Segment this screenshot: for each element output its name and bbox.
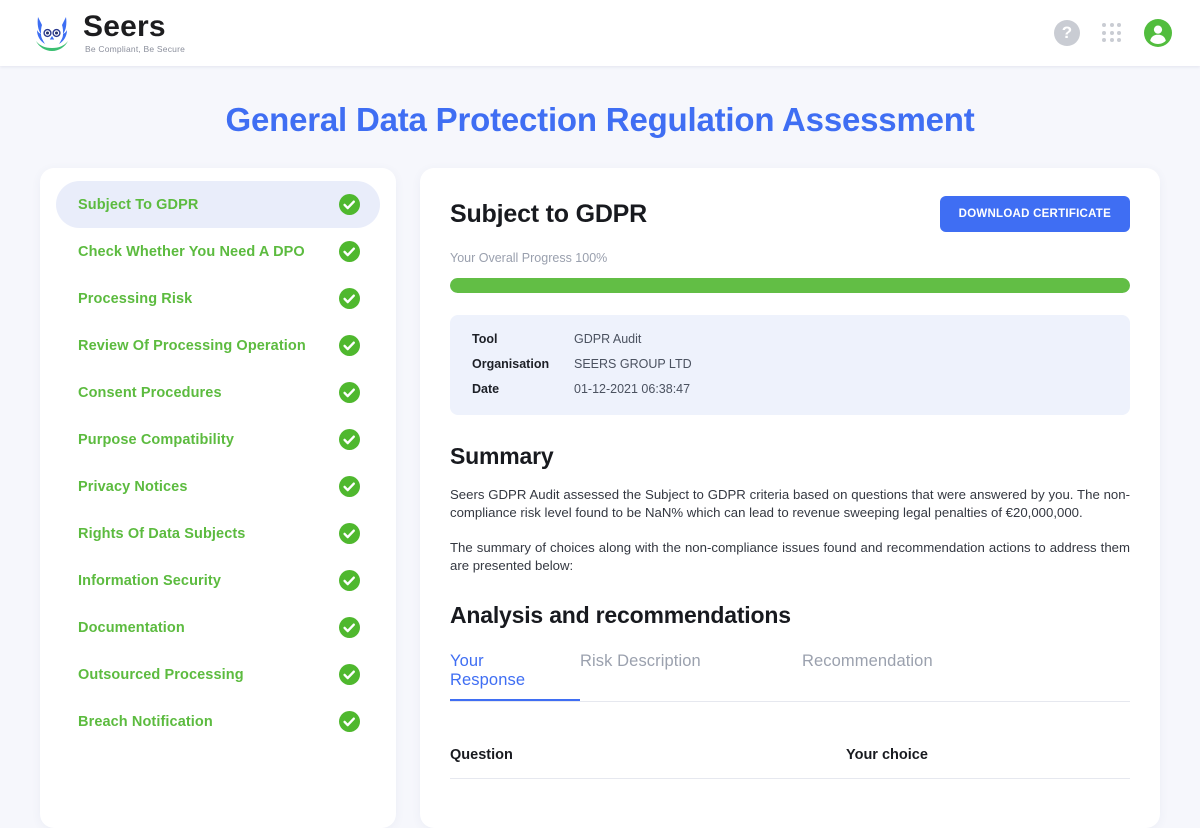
check-circle-icon — [339, 194, 360, 215]
assessment-sections-sidebar: Subject To GDPR Check Whether You Need A … — [40, 168, 396, 828]
brand-tagline: Be Compliant, Be Secure — [85, 45, 185, 54]
sidebar-item-label: Outsourced Processing — [78, 667, 244, 683]
sidebar-item-label: Rights Of Data Subjects — [78, 526, 245, 542]
brand-name: Seers — [83, 12, 185, 42]
top-navigation-bar: Seers Be Compliant, Be Secure ? — [0, 0, 1200, 66]
user-avatar-icon[interactable] — [1144, 19, 1172, 47]
check-circle-icon — [339, 476, 360, 497]
tab-your-response[interactable]: Your Response — [450, 652, 580, 701]
sidebar-item[interactable]: Privacy Notices — [56, 463, 380, 510]
check-circle-icon — [339, 241, 360, 262]
sidebar-item-label: Consent Procedures — [78, 385, 222, 401]
sidebar-item[interactable]: Processing Risk — [56, 275, 380, 322]
sidebar-item[interactable]: Review Of Processing Operation — [56, 322, 380, 369]
info-value-tool: GDPR Audit — [574, 332, 641, 346]
check-circle-icon — [339, 382, 360, 403]
sidebar-item[interactable]: Subject To GDPR — [56, 181, 380, 228]
sidebar-item[interactable]: Outsourced Processing — [56, 651, 380, 698]
sidebar-item-label: Check Whether You Need A DPO — [78, 244, 305, 260]
page-layout: Subject To GDPR Check Whether You Need A … — [40, 168, 1160, 828]
sidebar-item-label: Documentation — [78, 620, 185, 636]
sidebar-item-label: Breach Notification — [78, 714, 213, 730]
info-key-date: Date — [472, 382, 574, 396]
assessment-detail-panel: Subject to GDPR DOWNLOAD CERTIFICATE You… — [420, 168, 1160, 828]
panel-title: Subject to GDPR — [450, 196, 647, 229]
sidebar-item[interactable]: Check Whether You Need A DPO — [56, 228, 380, 275]
sidebar-item-label: Purpose Compatibility — [78, 432, 234, 448]
check-circle-icon — [339, 711, 360, 732]
sidebar-item-label: Subject To GDPR — [78, 197, 198, 213]
help-circle-icon[interactable]: ? — [1054, 20, 1080, 46]
sidebar-item-label: Processing Risk — [78, 291, 192, 307]
check-circle-icon — [339, 664, 360, 685]
check-circle-icon — [339, 429, 360, 450]
apps-grid-icon[interactable] — [1099, 20, 1125, 46]
info-key-tool: Tool — [472, 332, 574, 346]
check-circle-icon — [339, 523, 360, 544]
panel-header: Subject to GDPR DOWNLOAD CERTIFICATE — [450, 196, 1130, 232]
info-row-tool: Tool GDPR Audit — [472, 332, 1108, 346]
check-circle-icon — [339, 288, 360, 309]
info-value-date: 01-12-2021 06:38:47 — [574, 382, 690, 396]
sidebar-item-label: Review Of Processing Operation — [78, 338, 306, 354]
download-certificate-button[interactable]: DOWNLOAD CERTIFICATE — [940, 196, 1130, 232]
brand-logo[interactable]: Seers Be Compliant, Be Secure — [30, 11, 185, 55]
sidebar-item[interactable]: Breach Notification — [56, 698, 380, 745]
check-circle-icon — [339, 570, 360, 591]
info-value-organisation: SEERS GROUP LTD — [574, 357, 692, 371]
responses-table-header: Question Your choice — [450, 747, 1130, 779]
info-row-date: Date 01-12-2021 06:38:47 — [472, 382, 1108, 396]
summary-paragraph-1: Seers GDPR Audit assessed the Subject to… — [450, 486, 1130, 523]
info-row-organisation: Organisation SEERS GROUP LTD — [472, 357, 1108, 371]
check-circle-icon — [339, 335, 360, 356]
sidebar-item[interactable]: Purpose Compatibility — [56, 416, 380, 463]
summary-heading: Summary — [450, 443, 1130, 470]
analysis-tabs: Your ResponseRisk DescriptionRecommendat… — [450, 652, 1130, 702]
column-header-your-choice: Your choice — [846, 747, 928, 763]
progress-bar — [450, 278, 1130, 293]
progress-label: Your Overall Progress 100% — [450, 251, 1130, 265]
column-header-question: Question — [450, 747, 846, 763]
sidebar-item[interactable]: Documentation — [56, 604, 380, 651]
tab-recommendation[interactable]: Recommendation — [802, 652, 933, 701]
summary-paragraph-2: The summary of choices along with the no… — [450, 539, 1130, 576]
sidebar-item[interactable]: Rights Of Data Subjects — [56, 510, 380, 557]
tab-risk-description[interactable]: Risk Description — [580, 652, 802, 701]
info-key-organisation: Organisation — [472, 357, 574, 371]
sidebar-item-label: Information Security — [78, 573, 221, 589]
check-circle-icon — [339, 617, 360, 638]
sidebar-item[interactable]: Information Security — [56, 557, 380, 604]
seers-owl-logo-icon — [30, 11, 74, 55]
audit-info-box: Tool GDPR Audit Organisation SEERS GROUP… — [450, 315, 1130, 415]
sidebar-item-label: Privacy Notices — [78, 479, 188, 495]
page-title: General Data Protection Regulation Asses… — [0, 101, 1200, 139]
sidebar-item[interactable]: Consent Procedures — [56, 369, 380, 416]
topbar-actions: ? — [1054, 19, 1172, 47]
analysis-heading: Analysis and recommendations — [450, 602, 1130, 629]
progress-bar-fill — [450, 278, 1130, 293]
